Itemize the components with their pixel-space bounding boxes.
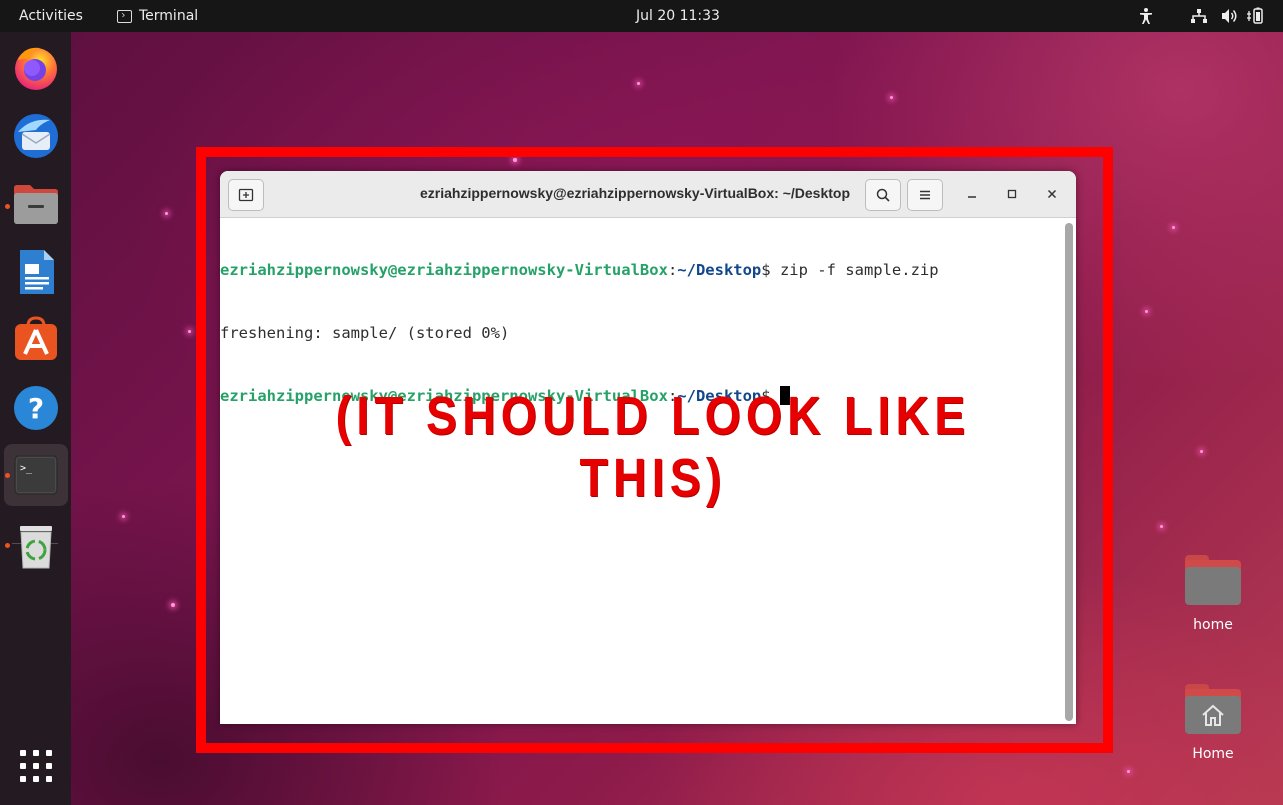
dock-item-thunderbird[interactable] <box>10 110 62 162</box>
firefox-icon <box>15 47 57 90</box>
app-menu-label: Terminal <box>139 8 199 24</box>
new-tab-icon <box>238 188 254 202</box>
dock: ? >_ <box>0 32 71 805</box>
terminal-line: freshening: sample/ (stored 0%) <box>220 323 1060 344</box>
dock-item-help[interactable]: ? <box>10 382 62 434</box>
annotation-text: (IT SHOULD LOOK LIKE THIS) <box>335 386 971 508</box>
search-button[interactable] <box>865 179 901 211</box>
desktop-icon-home[interactable]: Home <box>1173 684 1253 762</box>
prompt-user-host: ezriahzippernowsky@ezriahzippernowsky-Vi… <box>220 261 668 279</box>
output-text: freshening: sample/ (stored 0%) <box>220 324 510 342</box>
terminal-icon: >_ <box>14 455 58 495</box>
dock-item-trash[interactable] <box>10 520 62 572</box>
dock-item-terminal[interactable]: >_ <box>10 449 62 501</box>
terminal-line: ezriahzippernowsky@ezriahzippernowsky-Vi… <box>220 260 1060 281</box>
hamburger-icon <box>920 190 930 200</box>
window-title: ezriahzippernowsky@ezriahzippernowsky-Vi… <box>419 185 850 201</box>
minimize-button[interactable] <box>962 184 982 204</box>
trash-icon <box>20 526 52 569</box>
volume-icon[interactable] <box>1220 7 1238 25</box>
app-center-icon <box>15 316 57 360</box>
menu-button[interactable] <box>907 179 943 211</box>
terminal-headerbar[interactable]: ezriahzippernowsky@ezriahzippernowsky-Vi… <box>220 171 1076 218</box>
maximize-icon <box>1007 189 1017 199</box>
battery-icon[interactable] <box>1246 7 1266 25</box>
grid-icon <box>20 750 52 782</box>
activities-button[interactable]: Activities <box>19 8 83 24</box>
dock-item-writer[interactable] <box>10 246 62 298</box>
maximize-button[interactable] <box>1002 184 1022 204</box>
thunderbird-icon <box>14 114 58 158</box>
dock-item-firefox[interactable] <box>10 42 62 94</box>
home-folder-icon <box>1185 684 1241 734</box>
folder-icon <box>1185 555 1241 605</box>
minimize-icon <box>968 196 976 198</box>
app-menu[interactable]: Terminal <box>117 8 198 24</box>
dock-item-app-center[interactable] <box>10 314 62 366</box>
svg-text:?: ? <box>28 392 44 425</box>
command-text: zip -f sample.zip <box>779 261 939 279</box>
accessibility-icon[interactable] <box>1138 7 1154 25</box>
desktop-icon-label: home <box>1193 617 1233 633</box>
writer-icon <box>20 250 54 294</box>
top-bar: Activities Terminal Jul 20 11:33 <box>0 0 1283 32</box>
desktop-icon-home-folder[interactable]: home <box>1173 555 1253 633</box>
prompt-separator: : <box>667 261 678 279</box>
close-button[interactable] <box>1042 184 1062 204</box>
prompt-symbol: $ <box>761 261 780 279</box>
terminal-app-icon <box>117 9 132 23</box>
show-apps-button[interactable] <box>10 742 62 794</box>
clock[interactable]: Jul 20 11:33 <box>636 8 720 24</box>
close-icon <box>1047 189 1057 199</box>
scrollbar[interactable] <box>1065 223 1073 721</box>
dock-item-files[interactable] <box>10 178 62 230</box>
network-icon[interactable] <box>1190 7 1208 25</box>
svg-text:>_: >_ <box>20 463 33 474</box>
files-icon <box>14 185 58 224</box>
search-icon <box>876 188 890 202</box>
prompt-path: ~/Desktop <box>677 261 762 279</box>
desktop-icon-label: Home <box>1192 746 1234 762</box>
new-tab-button[interactable] <box>228 179 264 211</box>
help-icon: ? <box>14 386 58 430</box>
